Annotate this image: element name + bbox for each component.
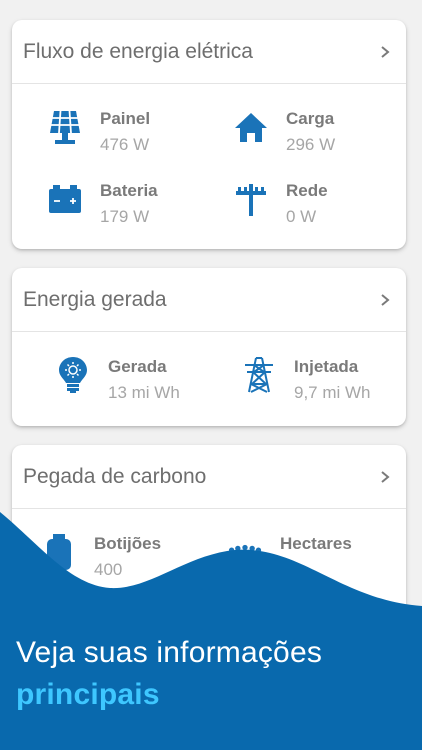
promo-text: Veja suas informações principais: [16, 632, 322, 716]
promo-line-1: Veja suas informações: [16, 636, 323, 669]
promo-line-2: principais: [16, 678, 160, 711]
